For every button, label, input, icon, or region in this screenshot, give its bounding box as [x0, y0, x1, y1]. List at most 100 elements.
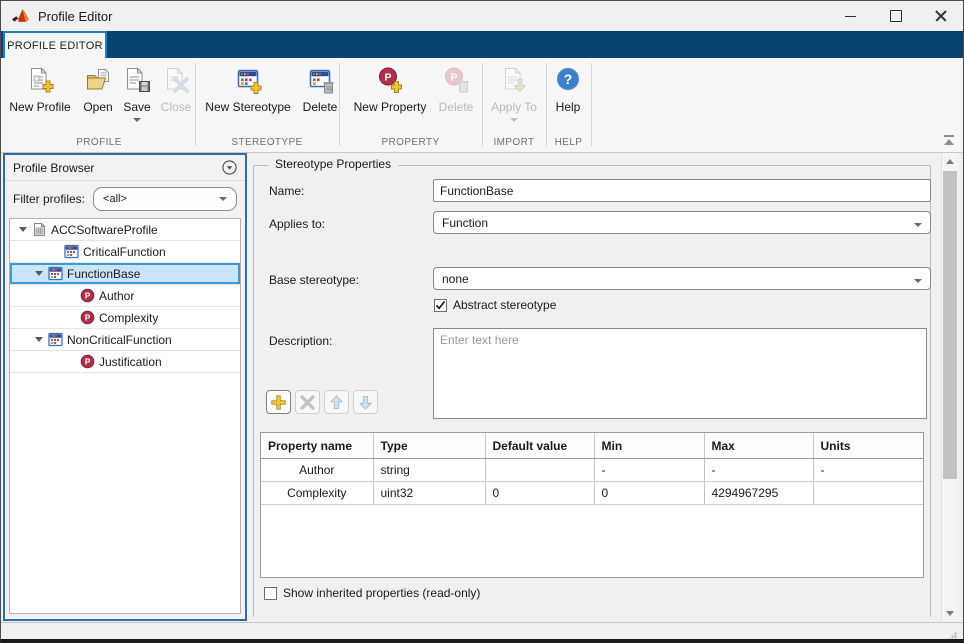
close-profile-button: Close — [157, 63, 195, 114]
table-row-author[interactable]: Author string - - - — [261, 459, 923, 482]
tree-item-complexity[interactable]: P Complexity — [10, 307, 240, 329]
save-button[interactable]: Save — [117, 63, 157, 122]
description-label: Description: — [269, 334, 332, 348]
cell-units[interactable]: - — [813, 459, 923, 482]
tree-item-functionbase[interactable]: FunctionBase — [10, 263, 240, 285]
resize-grip[interactable] — [948, 628, 957, 637]
tree-item-accsoftwareprofile[interactable]: ACCSoftwareProfile — [10, 219, 240, 241]
panel-menu-icon[interactable] — [222, 160, 237, 175]
base-stereotype-value: none — [442, 272, 469, 286]
col-header-property-name[interactable]: Property name — [261, 433, 373, 459]
collapse-ribbon-button[interactable] — [941, 135, 957, 147]
minimize-button[interactable] — [828, 1, 873, 31]
col-header-min[interactable]: Min — [594, 433, 704, 459]
col-header-max[interactable]: Max — [704, 433, 813, 459]
tree-item-label: CriticalFunction — [83, 245, 166, 259]
apply-to-dropdown-caret-icon — [510, 118, 518, 122]
close-icon — [935, 10, 947, 22]
scrollbar-thumb[interactable] — [943, 171, 957, 479]
col-header-type[interactable]: Type — [373, 433, 485, 459]
name-input[interactable] — [433, 179, 931, 202]
open-icon — [84, 66, 112, 94]
section-label-property: PROPERTY — [339, 137, 482, 148]
collapse-ribbon-icon — [944, 135, 954, 137]
new-property-icon: P — [376, 66, 404, 94]
scroll-down-button[interactable] — [942, 605, 958, 621]
expander-icon[interactable] — [19, 227, 27, 232]
applies-to-value: Function — [442, 216, 488, 230]
new-stereotype-button[interactable]: New Stereotype — [201, 63, 295, 114]
close-button[interactable] — [918, 1, 963, 31]
save-dropdown-caret-icon[interactable] — [133, 118, 141, 122]
chevron-down-icon — [219, 197, 227, 201]
tree-item-criticalfunction[interactable]: CriticalFunction — [10, 241, 240, 263]
save-label: Save — [123, 100, 150, 114]
svg-text:P: P — [84, 291, 90, 300]
abstract-stereotype-label: Abstract stereotype — [453, 298, 556, 312]
col-header-default-value[interactable]: Default value — [485, 433, 594, 459]
show-inherited-label: Show inherited properties (read-only) — [283, 586, 480, 600]
cell-property-name[interactable]: Author — [261, 459, 373, 482]
cell-min[interactable]: 0 — [594, 482, 704, 505]
close-profile-label: Close — [161, 100, 192, 114]
new-profile-label: New Profile — [9, 100, 70, 114]
section-divider — [339, 63, 340, 146]
cell-max[interactable]: 4294967295 — [704, 482, 813, 505]
svg-text:P: P — [84, 357, 90, 366]
filter-profiles-dropdown[interactable]: <all> — [93, 187, 237, 211]
delete-stereotype-icon — [306, 66, 334, 94]
tree-item-justification[interactable]: P Justification — [10, 351, 240, 373]
profile-icon — [31, 222, 47, 237]
add-property-button[interactable] — [266, 390, 291, 414]
vertical-scrollbar[interactable] — [941, 153, 958, 621]
profile-browser-header: Profile Browser — [5, 155, 245, 181]
expander-icon[interactable] — [35, 337, 43, 342]
table-row-complexity[interactable]: Complexity uint32 0 0 4294967295 — [261, 482, 923, 505]
tree-item-label: Justification — [99, 355, 162, 369]
section-label-import: IMPORT — [482, 137, 546, 148]
section-divider — [546, 63, 547, 146]
open-button[interactable]: Open — [79, 63, 117, 114]
scroll-up-button[interactable] — [942, 153, 958, 169]
col-header-units[interactable]: Units — [813, 433, 923, 459]
move-down-button — [353, 390, 378, 414]
cell-min[interactable]: - — [594, 459, 704, 482]
tree-item-author[interactable]: P Author — [10, 285, 240, 307]
maximize-button[interactable] — [873, 1, 918, 31]
checkbox-checked-icon — [434, 299, 447, 312]
tab-profile-editor[interactable]: PROFILE EDITOR — [3, 31, 107, 58]
filter-row: Filter profiles: <all> — [5, 182, 245, 216]
cell-type[interactable]: uint32 — [373, 482, 485, 505]
minimize-icon — [845, 16, 856, 17]
tree-item-label: Author — [99, 289, 134, 303]
cell-property-name[interactable]: Complexity — [261, 482, 373, 505]
abstract-stereotype-checkbox[interactable]: Abstract stereotype — [434, 298, 556, 312]
profile-browser-panel: Profile Browser Filter profiles: <all> — [3, 153, 247, 621]
property-icon: P — [79, 310, 95, 325]
svg-text:P: P — [384, 71, 391, 83]
name-label: Name: — [269, 184, 304, 198]
cell-default-value[interactable] — [485, 459, 594, 482]
new-property-button[interactable]: P New Property — [346, 63, 434, 114]
profile-browser-title: Profile Browser — [13, 161, 94, 175]
table-header-row: Property name Type Default value Min Max… — [261, 433, 923, 459]
base-stereotype-dropdown[interactable]: none — [433, 267, 931, 290]
applies-to-dropdown[interactable]: Function — [433, 211, 931, 234]
delete-stereotype-button[interactable]: Delete — [299, 63, 341, 114]
expander-icon[interactable] — [35, 271, 43, 276]
help-button[interactable]: ? Help — [550, 63, 586, 114]
matlab-logo-icon — [12, 8, 29, 25]
tab-label: PROFILE EDITOR — [7, 40, 103, 52]
cell-units[interactable] — [813, 482, 923, 505]
profile-tree: ACCSoftwareProfile CriticalFunction — [9, 218, 241, 614]
profile-editor-window: Profile Editor PROFILE EDITOR — [0, 0, 964, 643]
save-icon — [123, 66, 151, 94]
cell-default-value[interactable]: 0 — [485, 482, 594, 505]
cell-max[interactable]: - — [704, 459, 813, 482]
show-inherited-checkbox[interactable]: Show inherited properties (read-only) — [264, 586, 480, 600]
description-textarea[interactable] — [433, 328, 927, 419]
new-profile-button[interactable]: New Profile — [7, 63, 73, 114]
cell-type[interactable]: string — [373, 459, 485, 482]
section-divider — [195, 63, 196, 146]
tree-item-noncriticalfunction[interactable]: NonCriticalFunction — [10, 329, 240, 351]
